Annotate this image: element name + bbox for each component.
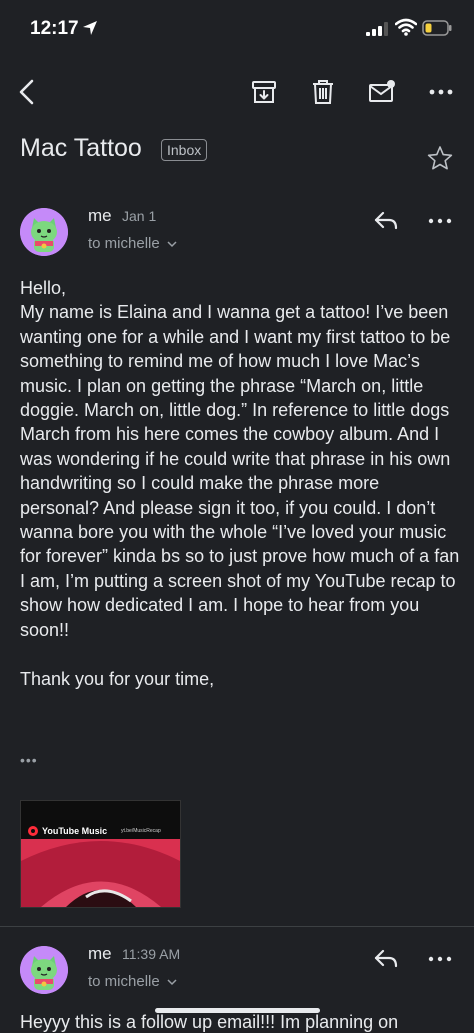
back-icon[interactable]	[14, 78, 42, 106]
recipient-line[interactable]: to michelle	[88, 235, 177, 252]
avatar-cat-icon	[20, 208, 68, 256]
message-date: 11:39 AM	[122, 946, 181, 962]
message-more-icon[interactable]	[427, 946, 453, 972]
message-body: Hello, My name is Elaina and I wanna get…	[20, 278, 460, 689]
recipient-text: to michelle	[88, 973, 160, 990]
avatar[interactable]	[20, 208, 68, 256]
status-time: 12:17	[30, 18, 79, 39]
sender-name: me	[88, 206, 112, 225]
mark-unread-icon[interactable]	[368, 78, 396, 106]
location-arrow-icon	[83, 21, 97, 35]
home-indicator[interactable]	[155, 1008, 320, 1013]
avatar-cat-icon	[20, 946, 68, 994]
message-date: Jan 1	[122, 208, 157, 224]
attachment-url: yt.be/MusicRecap	[121, 828, 161, 834]
sender-name: me	[88, 944, 112, 963]
chevron-down-icon	[167, 979, 177, 986]
star-icon[interactable]	[427, 145, 453, 171]
message-body-preview: Heyyy this is a follow up email!!! Im pl…	[20, 1012, 399, 1032]
trash-icon[interactable]	[309, 78, 337, 106]
message-more-icon[interactable]	[427, 208, 453, 234]
attachment-brand: YouTube Music	[42, 826, 108, 836]
battery-low-icon	[422, 20, 452, 36]
email-subject: Mac Tattoo	[20, 134, 142, 162]
reply-icon[interactable]	[373, 210, 399, 232]
recipient-line[interactable]: to michelle	[88, 973, 177, 990]
message-divider	[0, 926, 474, 927]
archive-icon[interactable]	[250, 78, 278, 106]
chevron-down-icon	[167, 241, 177, 248]
youtube-recap-image	[21, 801, 180, 907]
attachment-thumbnail[interactable]: YouTube Music yt.be/MusicRecap	[20, 800, 181, 908]
recipient-text: to michelle	[88, 235, 160, 252]
more-icon[interactable]	[427, 78, 455, 106]
cellular-signal-icon	[366, 22, 388, 36]
wifi-icon	[395, 18, 417, 36]
inbox-label-badge[interactable]: Inbox	[161, 139, 208, 161]
show-trimmed-content-button[interactable]: •••	[20, 752, 38, 768]
avatar[interactable]	[20, 946, 68, 994]
reply-icon[interactable]	[373, 948, 399, 970]
